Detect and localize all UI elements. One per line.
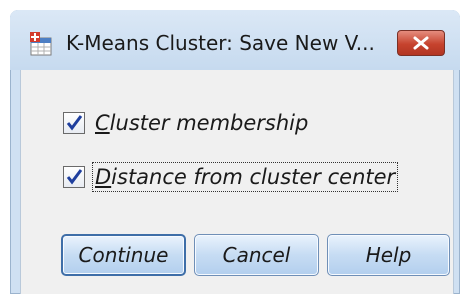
- close-button[interactable]: [397, 30, 445, 56]
- help-label: Help: [365, 243, 412, 267]
- help-button[interactable]: Help: [327, 234, 450, 276]
- cluster-membership-option[interactable]: Cluster membership: [63, 111, 308, 135]
- checkmark-icon: [66, 115, 83, 131]
- cancel-button[interactable]: Cancel: [194, 234, 319, 276]
- cluster-membership-label: Cluster membership: [95, 111, 309, 135]
- spss-table-icon: [28, 31, 54, 57]
- title-bar[interactable]: K-Means Cluster: Save New V...: [10, 10, 460, 70]
- checkmark-icon: [66, 169, 83, 185]
- close-icon: [413, 36, 429, 50]
- cancel-label: Cancel: [222, 243, 291, 267]
- continue-label: Continue: [78, 243, 169, 267]
- continue-button[interactable]: Continue: [61, 234, 186, 276]
- distance-from-center-label: Distance from cluster center: [91, 162, 399, 192]
- window-title: K-Means Cluster: Save New V...: [66, 31, 375, 55]
- distance-from-center-option[interactable]: Distance from cluster center: [63, 162, 399, 192]
- dialog-content: Cluster membership Distance from cluster…: [20, 70, 454, 294]
- cluster-membership-checkbox[interactable]: [63, 112, 85, 134]
- save-new-variables-dialog: K-Means Cluster: Save New V... Cluster m…: [10, 10, 460, 294]
- distance-from-center-checkbox[interactable]: [63, 166, 85, 188]
